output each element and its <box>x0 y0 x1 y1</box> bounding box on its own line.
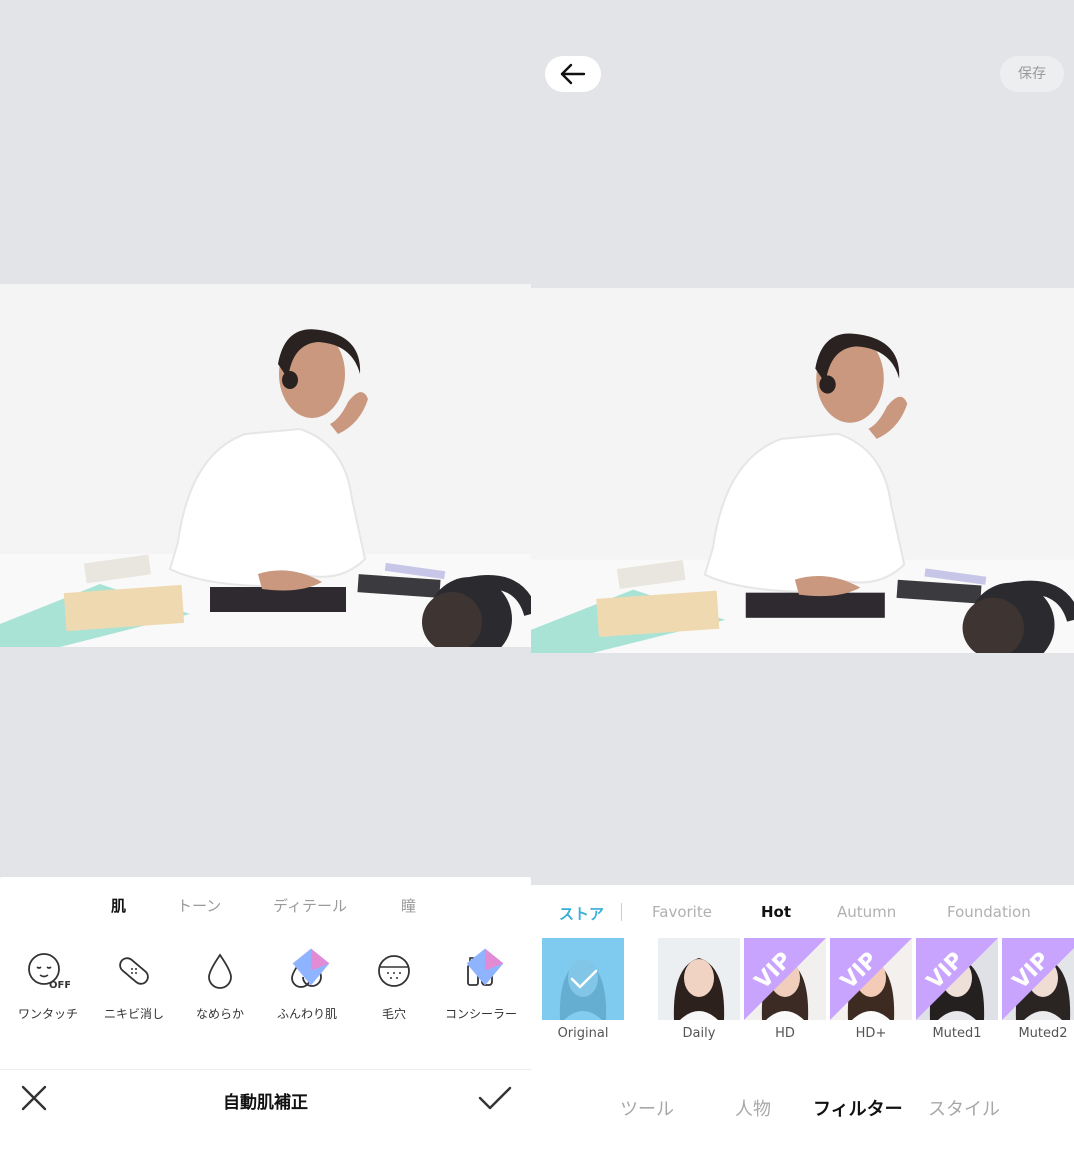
tab-autumn[interactable]: Autumn <box>837 903 896 921</box>
tab-separator <box>621 903 622 921</box>
tab-favorite[interactable]: Favorite <box>652 903 712 921</box>
filter-screen: 保存 ストア Favorite Hot Autumn Foundation Or… <box>531 0 1074 1158</box>
save-button[interactable]: 保存 <box>1000 56 1064 92</box>
tab-hot[interactable]: Hot <box>761 903 791 921</box>
concealer-icon <box>459 948 504 993</box>
filter-thumbnail: VIP <box>1002 938 1074 1020</box>
vip-badge-icon: VIP <box>830 938 912 1020</box>
checkmark-icon[interactable] <box>477 1082 513 1114</box>
filter-name: Muted2 <box>1018 1026 1068 1041</box>
action-bar: 自動肌補正 <box>0 1070 531 1158</box>
tool-one-touch[interactable]: OFF ワンタッチ <box>8 949 88 1022</box>
tool-label: ふんわり肌 <box>276 1007 337 1021</box>
filter-name: HD+ <box>855 1026 887 1041</box>
pores-icon <box>372 949 416 993</box>
tab-tone[interactable]: トーン <box>177 895 221 916</box>
filter-name: Daily <box>682 1026 716 1041</box>
bandage-icon <box>112 949 156 993</box>
droplet-icon <box>198 949 242 993</box>
vip-badge-icon: VIP <box>744 938 826 1020</box>
bottom-nav: ツール 人物 フィルター スタイル <box>531 1095 1074 1125</box>
vip-badge-icon: VIP <box>1002 938 1074 1020</box>
nav-person[interactable]: 人物 <box>735 1095 771 1121</box>
tool-label: ワンタッチ <box>17 1007 78 1021</box>
tool-pores[interactable]: 毛穴 <box>354 949 434 1022</box>
double-droplet-icon <box>285 948 330 993</box>
filter-original[interactable]: Original <box>542 938 624 1041</box>
filter-thumbnail: VIP <box>744 938 826 1020</box>
filter-hd[interactable]: VIP HD <box>744 938 826 1041</box>
edited-photo <box>0 284 531 647</box>
tool-concealer[interactable]: コンシーラー <box>441 948 521 1022</box>
tool-smooth[interactable]: なめらか <box>180 949 260 1022</box>
photo-image <box>531 288 1074 653</box>
tool-soft-skin[interactable]: ふんわり肌 <box>267 948 347 1022</box>
filter-name: Muted1 <box>932 1026 982 1041</box>
skin-editor-screen: 肌 トーン ディテール 瞳 OFF ワンタッチ ニキビ消し なめらか ふんわり肌… <box>0 0 531 1158</box>
tool-label: なめらか <box>195 1007 244 1021</box>
nav-tools[interactable]: ツール <box>620 1095 674 1121</box>
tool-label: コンシーラー <box>444 1007 517 1021</box>
tool-acne-removal[interactable]: ニキビ消し <box>94 949 174 1022</box>
premium-gem-icon <box>466 948 504 986</box>
tool-label: ニキビ消し <box>103 1007 164 1021</box>
category-tabs: 肌 トーン ディテール 瞳 <box>0 895 531 919</box>
filter-muted2[interactable]: VIP Muted2 <box>1002 938 1074 1041</box>
skin-tools-sheet: 肌 トーン ディテール 瞳 OFF ワンタッチ ニキビ消し なめらか ふんわり肌… <box>0 877 531 1158</box>
filter-thumbnail <box>658 938 740 1020</box>
face-off-icon: OFF <box>26 949 71 993</box>
tab-skin[interactable]: 肌 <box>111 895 126 916</box>
premium-gem-icon <box>292 948 330 986</box>
vip-badge-icon: VIP <box>916 938 998 1020</box>
filter-name: Original <box>557 1026 609 1041</box>
tab-eyes[interactable]: 瞳 <box>401 895 416 916</box>
filter-sheet: ストア Favorite Hot Autumn Foundation Origi… <box>531 885 1074 1158</box>
back-button[interactable] <box>545 56 601 92</box>
filter-name: HD <box>775 1026 795 1041</box>
filter-thumbnail: VIP <box>830 938 912 1020</box>
edited-photo <box>531 288 1074 653</box>
tab-store[interactable]: ストア <box>559 903 604 924</box>
filter-muted1[interactable]: VIP Muted1 <box>916 938 998 1041</box>
tab-foundation[interactable]: Foundation <box>947 903 1031 921</box>
nav-filter[interactable]: フィルター <box>813 1095 903 1121</box>
filter-thumbnail: VIP <box>916 938 998 1020</box>
photo-image <box>0 284 531 647</box>
page-title: 自動肌補正 <box>223 1093 308 1113</box>
off-label: OFF <box>49 980 70 991</box>
filter-daily[interactable]: Daily <box>658 938 740 1041</box>
nav-style[interactable]: スタイル <box>928 1095 1000 1121</box>
filter-thumbnail <box>542 938 624 1020</box>
arrow-left-icon <box>560 63 586 85</box>
filter-hd-plus[interactable]: VIP HD+ <box>830 938 912 1041</box>
tool-label: 毛穴 <box>381 1007 406 1021</box>
tab-detail[interactable]: ディテール <box>273 895 347 916</box>
